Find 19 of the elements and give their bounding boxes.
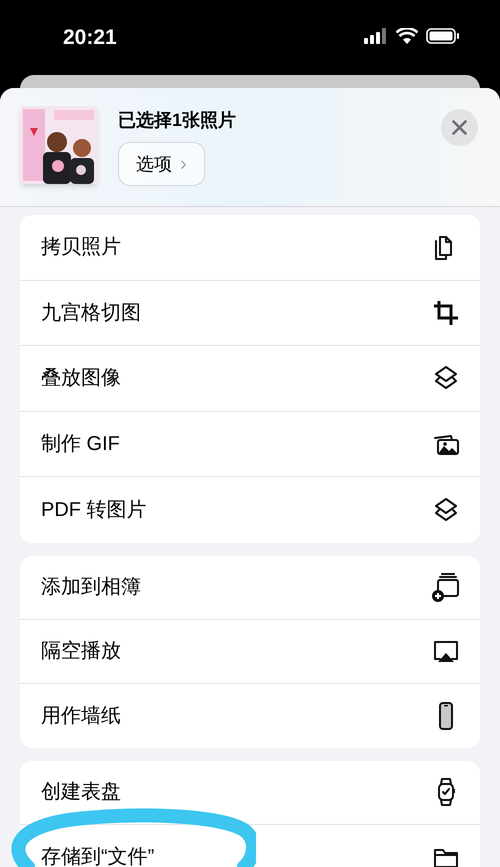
action-row[interactable]: 创建表盘 bbox=[20, 760, 480, 825]
close-button[interactable] bbox=[441, 109, 478, 146]
action-row[interactable]: 用作墙纸 bbox=[20, 684, 480, 748]
options-button[interactable]: 选项 › bbox=[118, 142, 205, 186]
action-row[interactable]: 添加到相簿 bbox=[20, 556, 480, 620]
action-row[interactable]: 存储到“文件” bbox=[20, 824, 480, 867]
wifi-icon bbox=[396, 28, 418, 44]
signal-icon bbox=[364, 28, 388, 44]
action-row[interactable]: 制作 GIF bbox=[20, 412, 480, 478]
action-row[interactable]: 拷贝照片 bbox=[20, 215, 480, 281]
action-row[interactable]: PDF 转图片 bbox=[20, 477, 480, 543]
status-time: 20:21 bbox=[63, 25, 117, 51]
action-row[interactable]: 隔空播放 bbox=[20, 620, 480, 684]
action-row[interactable]: 叠放图像 bbox=[20, 346, 480, 412]
album-add-icon bbox=[430, 571, 462, 604]
close-icon bbox=[452, 120, 467, 135]
action-row[interactable]: 九宫格切图 bbox=[20, 280, 480, 346]
battery-icon bbox=[426, 28, 460, 44]
sheet-title: 已选择1张照片 bbox=[118, 109, 236, 132]
